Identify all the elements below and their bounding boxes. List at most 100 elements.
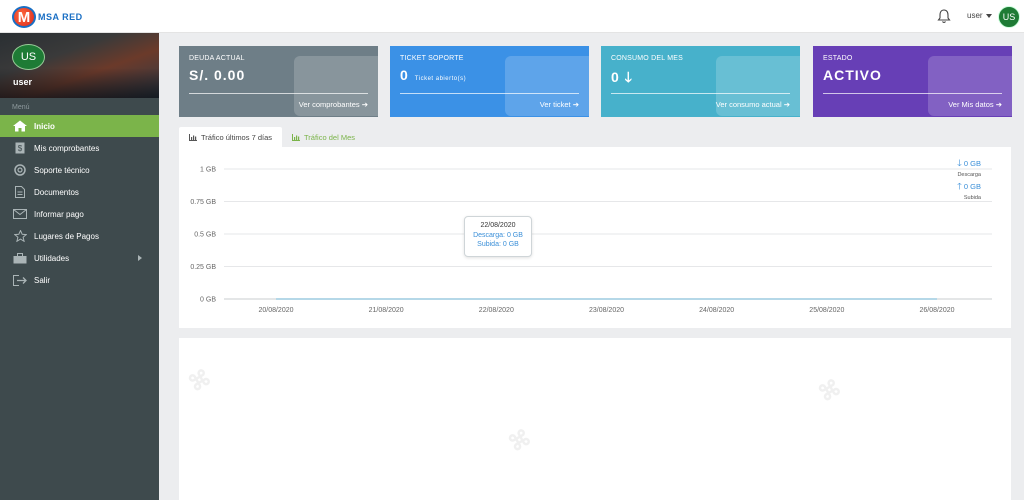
x-tick-label: 24/08/2020 bbox=[699, 307, 734, 314]
sidebar-item-label: Soporte técnico bbox=[34, 165, 90, 175]
sidebar-item-comprobantes[interactable]: $ Mis comprobantes bbox=[0, 137, 159, 159]
sidebar-item-label: Documentos bbox=[34, 187, 79, 197]
sidebar-item-informar-pago[interactable]: Informar pago bbox=[0, 203, 159, 225]
star-icon bbox=[12, 230, 28, 242]
logo-text: MSA RED bbox=[38, 12, 83, 22]
upload-value: 0 bbox=[963, 182, 969, 191]
card-divider bbox=[189, 93, 368, 94]
sidebar: US user Menú Inicio $ Mis comprobantes S… bbox=[0, 33, 159, 500]
card-ticket-soporte: TICKET SOPORTE 0 Ticket abierto(s) Ver ti… bbox=[390, 46, 589, 117]
ticket-sub: Ticket abierto(s) bbox=[414, 76, 467, 82]
sidebar-item-label: Inicio bbox=[34, 121, 55, 131]
traffic-tabs: Tráfico últimos 7 días Tráfico del Mes bbox=[179, 127, 365, 147]
sidebar-item-inicio[interactable]: Inicio bbox=[0, 115, 159, 137]
y-tick-label: 0.5 GB bbox=[194, 232, 216, 239]
download-unit: GB bbox=[970, 159, 981, 168]
ver-mis-datos-link[interactable]: Ver Mis datos ➔ bbox=[948, 100, 1002, 109]
watermark: ⌘ bbox=[183, 364, 216, 397]
card-estado: ESTADO ACTIVO Ver Mis datos ➔ bbox=[813, 46, 1012, 117]
top-bar: M MSA RED user US bbox=[0, 0, 1024, 33]
card-title: CONSUMO DEL MES bbox=[611, 55, 683, 62]
watermark: ⌘ bbox=[813, 374, 846, 407]
sidebar-item-label: Utilidades bbox=[34, 253, 70, 263]
chart-tooltip: 22/08/2020 Descarga: 0 GB Subida: 0 GB bbox=[464, 216, 532, 257]
tab-trafico-7-dias[interactable]: Tráfico últimos 7 días bbox=[179, 127, 282, 147]
legend-upload: 🡑 0 GB Subida bbox=[957, 179, 981, 201]
card-value: 0 Ticket abierto(s) bbox=[400, 67, 466, 83]
card-consumo-mes: CONSUMO DEL MES 0 🡓 Ver consumo actual ➔ bbox=[601, 46, 800, 117]
receipt-icon: $ bbox=[12, 142, 28, 154]
brand-logo[interactable]: M MSA RED bbox=[12, 5, 83, 29]
envelope-icon bbox=[12, 208, 28, 220]
logout-icon bbox=[12, 274, 28, 286]
sidebar-item-documentos[interactable]: Documentos bbox=[0, 181, 159, 203]
logo-mark: M bbox=[12, 6, 36, 28]
card-deuda-actual: DEUDA ACTUAL S/. 0.00 Ver comprobantes ➔ bbox=[179, 46, 378, 117]
card-title: ESTADO bbox=[823, 55, 853, 62]
user-menu-name: user bbox=[967, 11, 983, 20]
ver-ticket-link[interactable]: Ver ticket ➔ bbox=[540, 100, 579, 109]
bar-chart-icon bbox=[189, 133, 197, 141]
tooltip-date: 22/08/2020 bbox=[480, 222, 516, 229]
legend-download: 🡓 0 GB Descarga bbox=[957, 156, 981, 178]
sidebar-item-label: Mis comprobantes bbox=[34, 143, 100, 153]
tooltip-upload: Subida: 0 GB bbox=[477, 241, 519, 248]
x-tick-label: 21/08/2020 bbox=[369, 307, 404, 314]
y-tick-label: 1 GB bbox=[200, 167, 216, 174]
sidebar-item-label: Salir bbox=[34, 275, 51, 285]
avatar[interactable]: US bbox=[998, 6, 1020, 28]
y-tick-label: 0.75 GB bbox=[190, 199, 216, 206]
x-tick-label: 22/08/2020 bbox=[479, 307, 514, 314]
y-tick-label: 0 GB bbox=[200, 297, 216, 304]
chevron-right-icon bbox=[138, 255, 142, 261]
content-panel: ⌘ ⌘ ⌘ bbox=[179, 338, 1011, 500]
card-divider bbox=[823, 93, 1002, 94]
sidebar-item-soporte[interactable]: Soporte técnico bbox=[0, 159, 159, 181]
x-tick-label: 23/08/2020 bbox=[589, 307, 624, 314]
sidebar-profile: US user bbox=[0, 33, 159, 98]
y-tick-label: 0.25 GB bbox=[190, 264, 216, 271]
upload-label: Subida bbox=[963, 195, 981, 201]
tab-label: Tráfico del Mes bbox=[304, 132, 355, 142]
tab-label: Tráfico últimos 7 días bbox=[201, 132, 272, 142]
sidebar-item-label: Lugares de Pagos bbox=[34, 231, 99, 241]
x-tick-label: 26/08/2020 bbox=[919, 307, 954, 314]
watermark: ⌘ bbox=[503, 424, 536, 457]
svg-text:$: $ bbox=[18, 144, 23, 153]
user-menu[interactable]: user bbox=[967, 11, 992, 20]
ticket-count: 0 bbox=[400, 67, 409, 83]
card-value: ACTIVO bbox=[823, 67, 882, 83]
arrow-down-icon: 🡓 bbox=[957, 158, 962, 168]
profile-avatar[interactable]: US bbox=[12, 44, 45, 70]
card-value: 0 🡓 bbox=[611, 69, 633, 85]
x-tick-label: 20/08/2020 bbox=[258, 307, 293, 314]
card-value: S/. 0.00 bbox=[189, 67, 246, 83]
document-icon bbox=[12, 186, 28, 198]
arrow-up-icon: 🡑 bbox=[957, 181, 962, 191]
home-icon bbox=[12, 120, 28, 132]
tab-trafico-mes[interactable]: Tráfico del Mes bbox=[282, 127, 365, 147]
bar-chart-icon bbox=[292, 133, 300, 141]
card-title: DEUDA ACTUAL bbox=[189, 55, 245, 62]
chevron-down-icon bbox=[985, 13, 992, 18]
sidebar-item-label: Informar pago bbox=[34, 209, 84, 219]
download-label: Descarga bbox=[957, 172, 981, 178]
ver-consumo-link[interactable]: Ver consumo actual ➔ bbox=[716, 100, 790, 109]
tooltip-download: Descarga: 0 GB bbox=[473, 232, 523, 239]
sidebar-item-lugares-pagos[interactable]: Lugares de Pagos bbox=[0, 225, 159, 247]
x-tick-label: 25/08/2020 bbox=[809, 307, 844, 314]
traffic-chart-panel: 1 GB 0.75 GB 0.5 GB 0.25 GB 0 GB 20/08/2020 21… bbox=[179, 147, 1011, 328]
sidebar-item-salir[interactable]: Salir bbox=[0, 269, 159, 291]
card-divider bbox=[400, 93, 579, 94]
toolbox-icon bbox=[12, 252, 28, 264]
download-value: 0 bbox=[963, 159, 969, 168]
bell-icon[interactable] bbox=[937, 8, 951, 24]
profile-name: user bbox=[13, 77, 33, 87]
lifebuoy-icon bbox=[12, 164, 28, 176]
card-title: TICKET SOPORTE bbox=[400, 55, 464, 62]
ver-comprobantes-link[interactable]: Ver comprobantes ➔ bbox=[299, 100, 368, 109]
traffic-chart[interactable]: 1 GB 0.75 GB 0.5 GB 0.25 GB 0 GB 20/08/2020 21… bbox=[179, 147, 1011, 328]
sidebar-item-utilidades[interactable]: Utilidades bbox=[0, 247, 159, 269]
card-divider bbox=[611, 93, 790, 94]
menu-header: Menú bbox=[12, 104, 30, 111]
